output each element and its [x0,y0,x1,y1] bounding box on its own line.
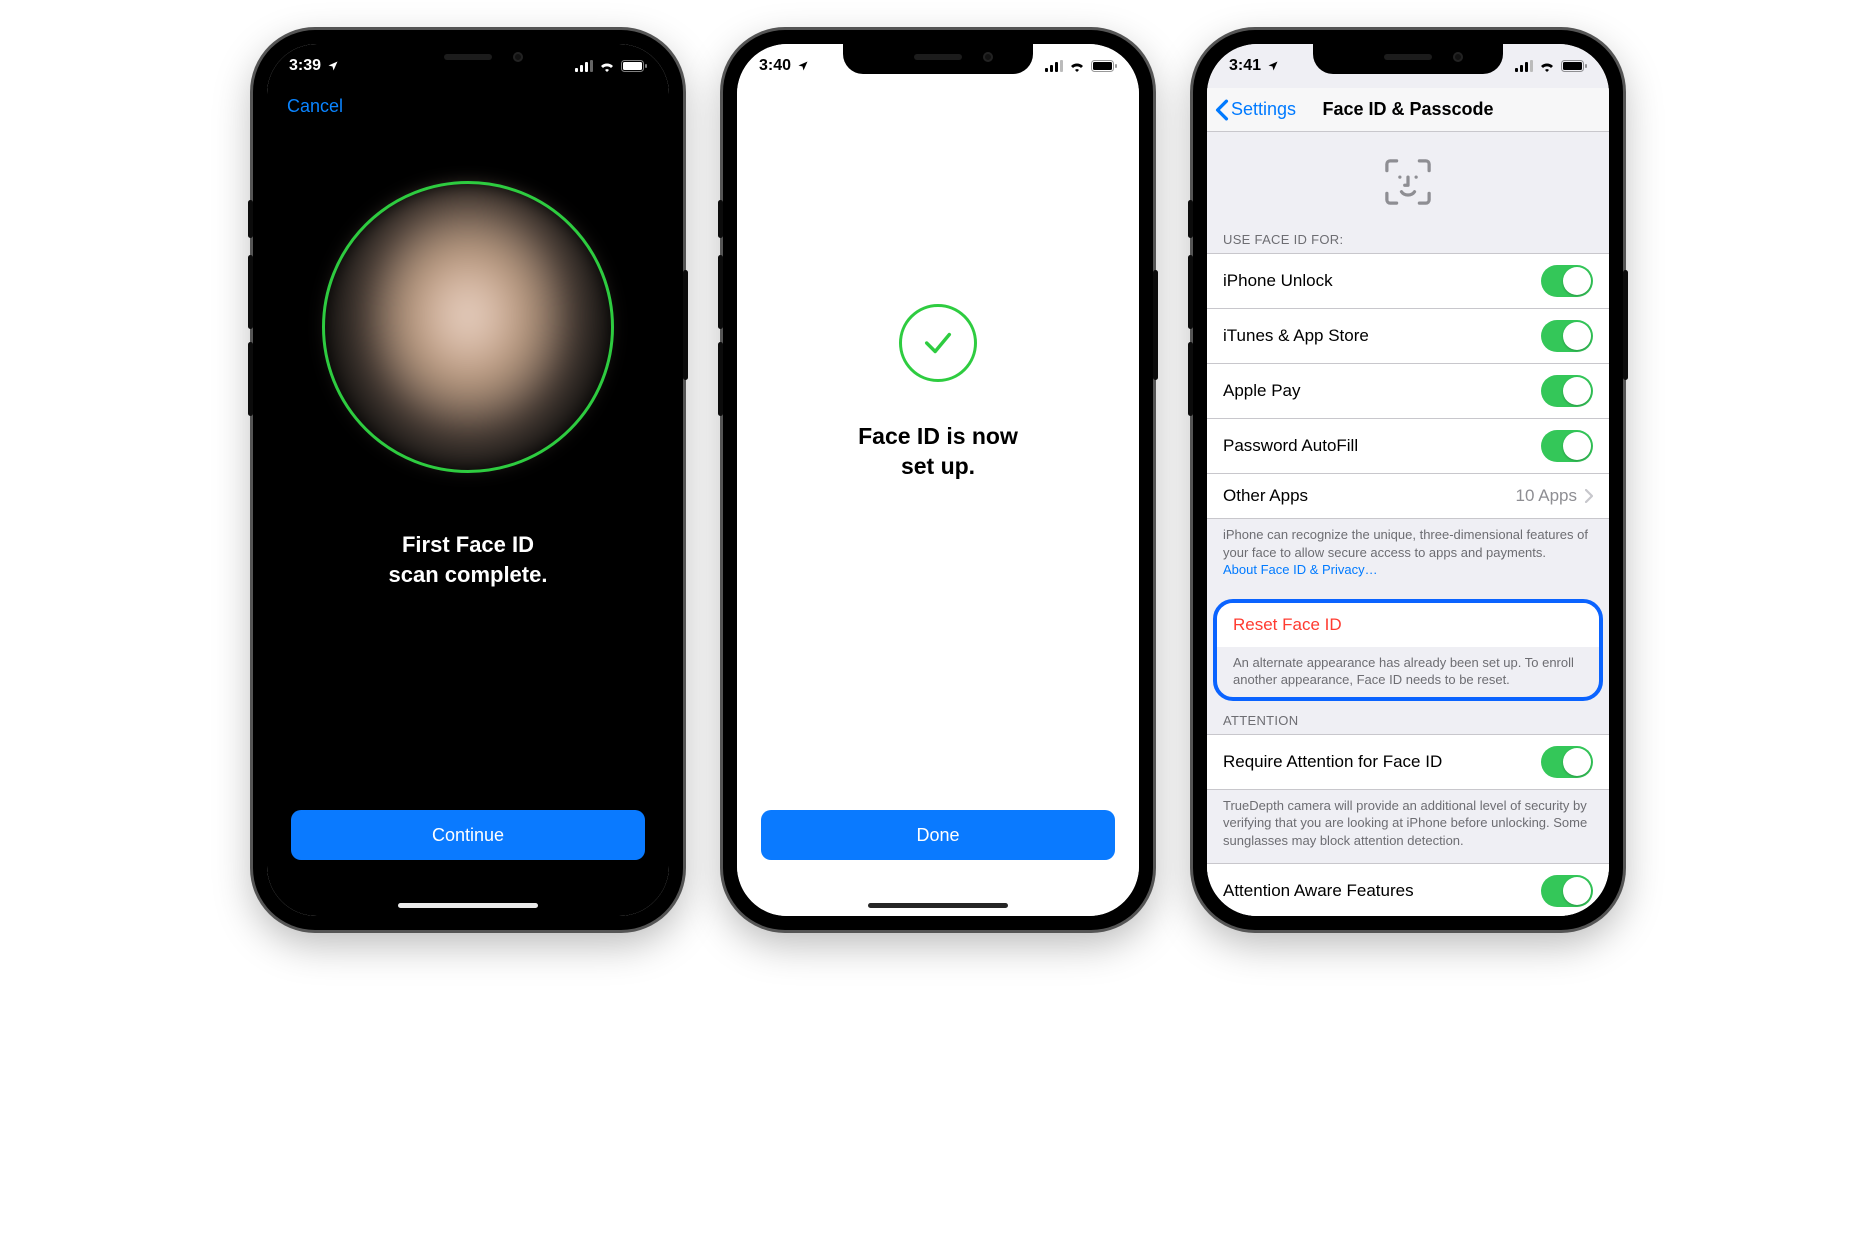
toggle-apple-pay[interactable] [1541,375,1593,407]
row-reset-face-id[interactable]: Reset Face ID [1217,603,1599,647]
cell-signal-icon [575,60,593,72]
use-section-footer: iPhone can recognize the unique, three-d… [1207,519,1609,593]
location-icon [797,60,809,72]
battery-icon [1561,60,1587,72]
home-indicator[interactable] [398,903,538,908]
toggle-iphone-unlock[interactable] [1541,265,1593,297]
home-indicator[interactable] [868,903,1008,908]
section-header-attention: ATTENTION [1207,707,1609,734]
nav-bar: Settings Face ID & Passcode [1207,88,1609,132]
location-icon [1267,60,1279,72]
battery-icon [621,60,647,72]
about-faceid-privacy-link[interactable]: About Face ID & Privacy… [1223,562,1378,577]
back-button[interactable]: Settings [1215,88,1296,131]
phone-frame-1: 3:39 [253,30,683,930]
done-button[interactable]: Done [761,810,1115,860]
battery-icon [1091,60,1117,72]
phone-frame-2: 3:40 [723,30,1153,930]
chevron-right-icon [1585,489,1593,503]
row-password-autofill[interactable]: Password AutoFill [1207,419,1609,474]
success-check-icon [899,304,977,382]
toggle-attention-aware[interactable] [1541,875,1593,907]
toggle-password-autofill[interactable] [1541,430,1593,462]
attention-footer: TrueDepth camera will provide an additio… [1207,790,1609,864]
wifi-icon [1069,60,1085,72]
other-apps-count: 10 Apps [1516,486,1577,506]
status-time: 3:41 [1229,57,1261,75]
row-apple-pay[interactable]: Apple Pay [1207,364,1609,419]
row-itunes[interactable]: iTunes & App Store [1207,309,1609,364]
cell-signal-icon [1515,60,1533,72]
status-time: 3:40 [759,57,791,75]
wifi-icon [1539,60,1555,72]
setup-complete-message: Face ID is now set up. [737,422,1139,482]
section-header-use: USE FACE ID FOR: [1207,226,1609,253]
row-attention-aware[interactable]: Attention Aware Features [1207,864,1609,916]
reset-highlight: Reset Face ID An alternate appearance ha… [1213,599,1603,701]
cancel-button[interactable]: Cancel [287,96,343,117]
location-icon [327,60,339,72]
row-iphone-unlock[interactable]: iPhone Unlock [1207,254,1609,309]
scan-complete-message: First Face ID scan complete. [267,530,669,589]
row-require-attention[interactable]: Require Attention for Face ID [1207,735,1609,789]
face-scan-preview [325,184,611,470]
page-title: Face ID & Passcode [1322,99,1493,120]
face-id-icon [1207,132,1609,226]
wifi-icon [599,60,615,72]
continue-button[interactable]: Continue [291,810,645,860]
cell-signal-icon [1045,60,1063,72]
reset-footer: An alternate appearance has already been… [1217,647,1599,697]
toggle-require-attention[interactable] [1541,746,1593,778]
phone-frame-3: 3:41 [1193,30,1623,930]
back-label: Settings [1231,99,1296,120]
row-other-apps[interactable]: Other Apps 10 Apps [1207,474,1609,518]
toggle-itunes[interactable] [1541,320,1593,352]
status-time: 3:39 [289,57,321,75]
